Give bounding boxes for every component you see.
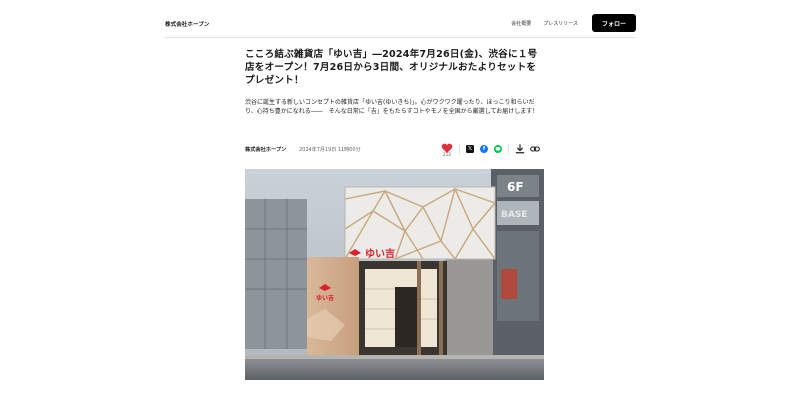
follow-button[interactable]: フォロー (592, 14, 636, 32)
line-icon[interactable] (494, 145, 502, 153)
nav-press-releases[interactable]: プレスリリース (543, 20, 578, 27)
storefront-illustration: 6F BASE ゆい吉 ゆい吉 (245, 169, 544, 380)
article-title: こころ結ぶ雑貨店「ゆい吉」―2024年7月26日(金)、渋谷に１号店をオープン！… (245, 49, 538, 87)
shop-sign: ゆい吉 (365, 247, 395, 260)
article-lead: 渋谷に誕生する新しいコンセプトの雑貨店「ゆい吉(ゆいきち)」。心がワクワク躍った… (245, 98, 539, 116)
article-actions: 212 𝕏 f (441, 141, 545, 159)
link-icon[interactable] (530, 144, 540, 154)
download-icon[interactable] (515, 144, 525, 154)
header-nav: 会社概要 プレスリリース (511, 20, 578, 27)
heart-icon[interactable] (441, 143, 453, 153)
press-release-page: 株式会社ホープン 会社概要 プレスリリース フォロー こころ結ぶ雑貨店「ゆい吉」… (0, 0, 800, 400)
building-sign: 6F (507, 180, 524, 194)
site-header: 株式会社ホープン 会社概要 プレスリリース フォロー (165, 14, 636, 36)
article-company[interactable]: 株式会社ホープン (245, 146, 286, 153)
storefront-image: 6F BASE ゆい吉 ゆい吉 (245, 169, 544, 380)
article-date: 2024年7月19日 11時00分 (299, 147, 361, 153)
facebook-icon[interactable]: f (480, 145, 488, 153)
header-divider (165, 37, 636, 38)
article-body: こころ結ぶ雑貨店「ゆい吉」―2024年7月26日(金)、渋谷に１号店をオープン！… (245, 48, 545, 117)
company-brand[interactable]: 株式会社ホープン (165, 20, 209, 28)
actions-divider (459, 144, 460, 154)
building-sign-secondary: BASE (501, 210, 527, 220)
wood-sign: ゆい吉 (316, 294, 334, 302)
actions-divider (508, 144, 509, 154)
nav-company-profile[interactable]: 会社概要 (511, 20, 531, 27)
like-count: 212 (442, 153, 452, 158)
x-icon[interactable]: 𝕏 (466, 145, 474, 153)
